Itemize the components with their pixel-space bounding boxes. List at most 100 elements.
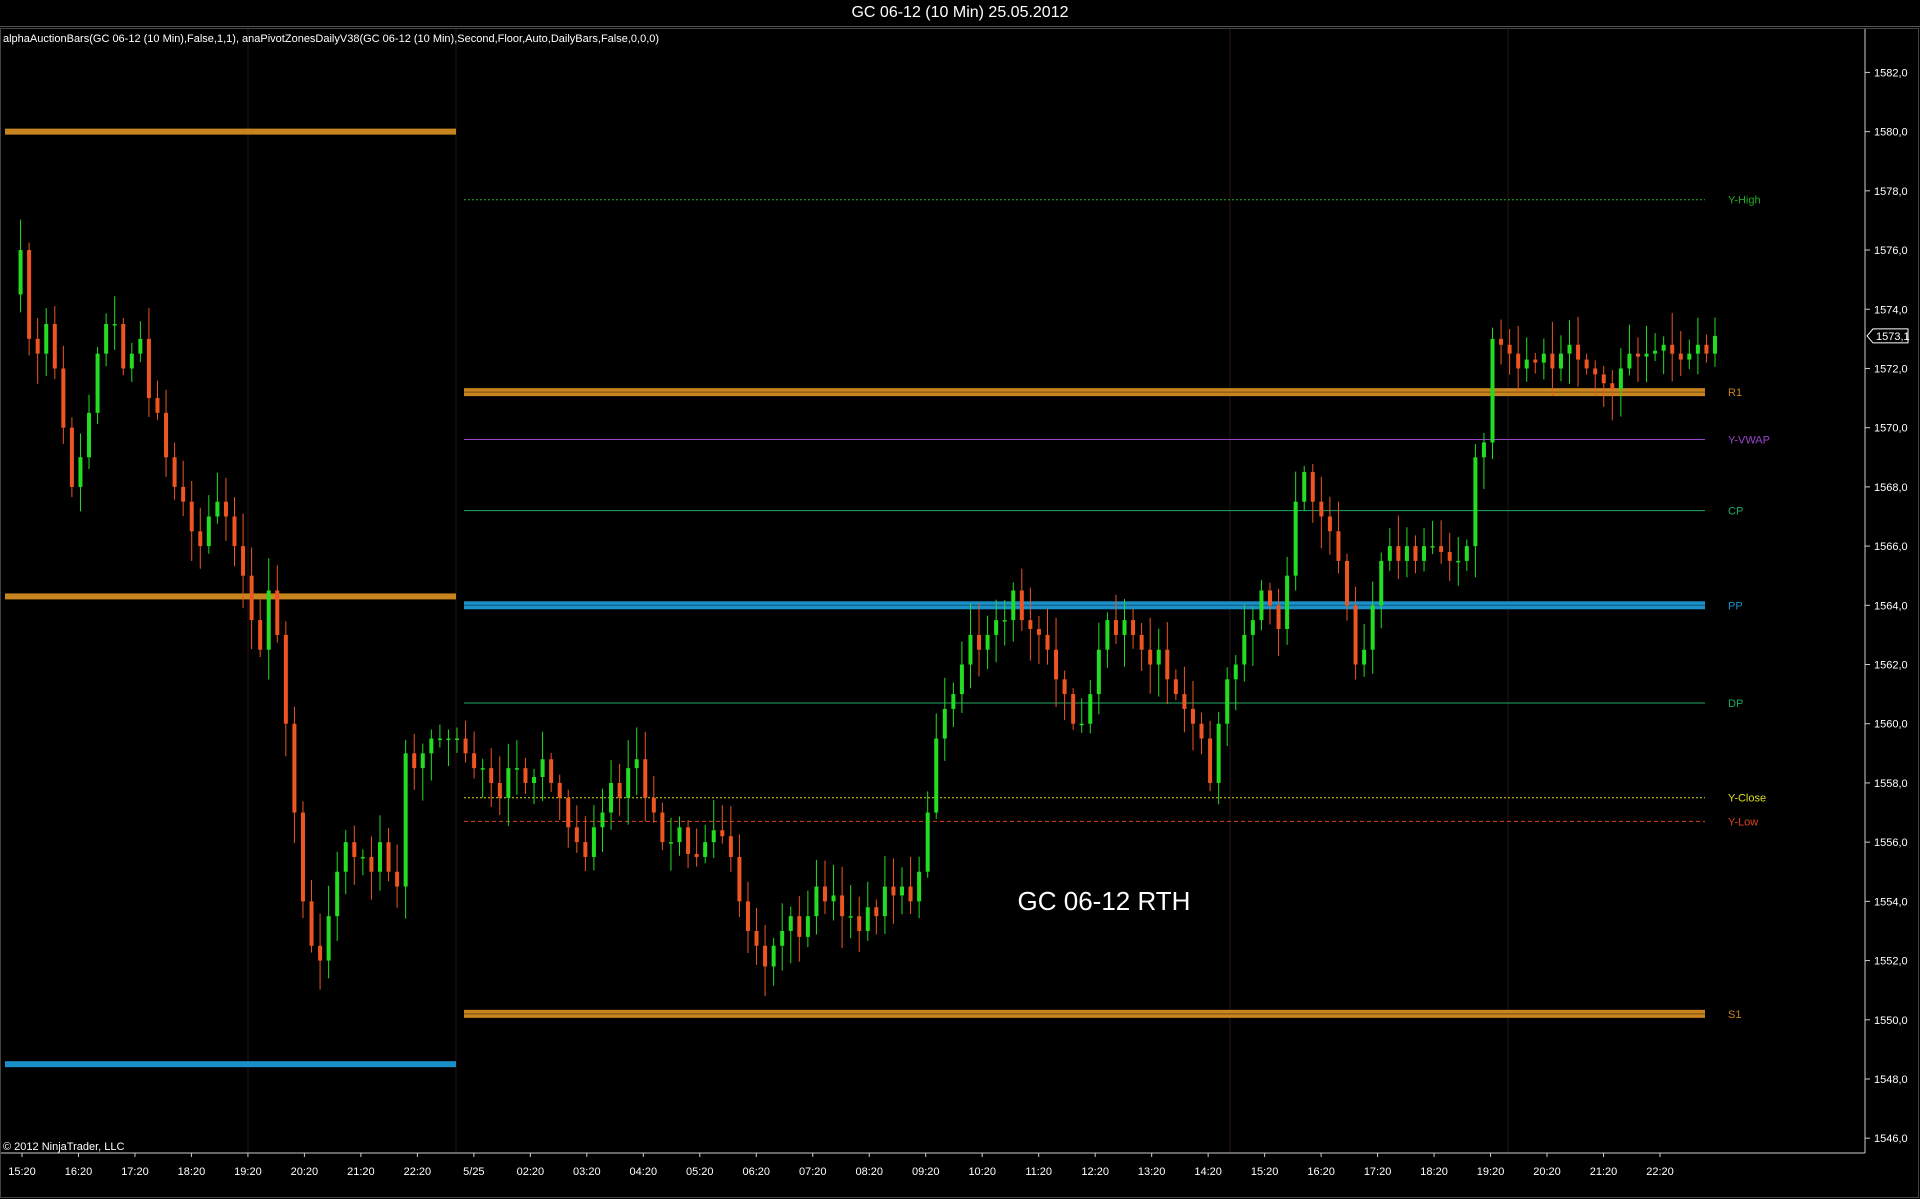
price-axis-label: 1554,0: [1874, 896, 1908, 908]
time-axis-label: 19:20: [1477, 1166, 1505, 1178]
candle-body: [27, 250, 32, 339]
price-axis-label: 1548,0: [1874, 1074, 1908, 1086]
price-axis-label: 1562,0: [1874, 660, 1908, 672]
candle-body: [1285, 575, 1290, 629]
time-axis-label: 20:20: [1533, 1166, 1561, 1178]
candle-body: [1422, 546, 1427, 561]
candle-body: [455, 738, 460, 741]
time-axis-label: 20:20: [291, 1166, 319, 1178]
candle-body: [1156, 649, 1161, 665]
candle-body: [523, 768, 528, 783]
level-y-close-label: Y-Close: [1728, 793, 1766, 805]
candle-body: [18, 250, 23, 295]
candle-body: [1558, 353, 1563, 369]
candle-body: [882, 886, 887, 917]
candle-body: [369, 856, 374, 872]
candle-body: [1447, 552, 1452, 561]
price-axis-label: 1564,0: [1874, 600, 1908, 612]
candle-body: [352, 842, 357, 857]
candle-body: [1695, 344, 1700, 354]
candle-body: [1190, 708, 1195, 724]
candle-body: [600, 812, 605, 828]
candle-body: [728, 836, 733, 857]
candle-body: [1233, 664, 1238, 680]
candle-body: [1199, 723, 1204, 739]
time-axis-label: 08:20: [855, 1166, 883, 1178]
candle-body: [95, 353, 100, 413]
level-r1-label: R1: [1728, 387, 1742, 399]
candle-body: [360, 856, 365, 859]
candle-body: [1430, 546, 1435, 548]
candle-body: [720, 830, 725, 837]
time-axis-label: 12:20: [1081, 1166, 1109, 1178]
level-pp-label: PP: [1728, 600, 1743, 612]
candle-body: [1139, 634, 1144, 650]
candle-body: [822, 886, 827, 902]
candle-body: [138, 338, 143, 354]
candle-body: [917, 871, 922, 902]
time-axis-label: 5/25: [463, 1166, 484, 1178]
candle-body: [1045, 634, 1050, 650]
candle-body: [1148, 649, 1153, 665]
price-chart[interactable]: Y-High R1 Y-VWAP CP PP DP Y-Close Y-Low S1 1546,…: [0, 28, 1920, 1199]
candle-body: [1404, 546, 1409, 561]
candle-body: [540, 759, 545, 778]
candle-body: [52, 324, 57, 369]
candle-body: [959, 664, 964, 695]
time-axis-label: 17:20: [121, 1166, 149, 1178]
price-axis-label: 1568,0: [1874, 482, 1908, 494]
candle-body: [1216, 723, 1221, 783]
copyright-label: © 2012 NinjaTrader, LLC: [3, 1141, 125, 1153]
price-axis-label: 1560,0: [1874, 719, 1908, 731]
candle-body: [198, 531, 203, 547]
candle-body: [900, 886, 905, 896]
time-axis-label: 15:20: [1251, 1166, 1279, 1178]
candle-body: [1353, 605, 1358, 665]
chart-border: [0, 28, 1919, 1198]
candle-body: [763, 945, 768, 967]
candle-body: [189, 501, 194, 532]
time-axis-label: 19:20: [234, 1166, 262, 1178]
candle-body: [480, 768, 485, 770]
candle-body: [429, 738, 434, 754]
candle-body: [1302, 472, 1307, 502]
axes-layer: 1546,0 1548,0 1550,0 1552,0 1554,0 1556,0 1558…: [0, 28, 1919, 1198]
candle-body: [1011, 590, 1016, 621]
candle-body: [634, 759, 639, 769]
candle-body: [1661, 344, 1666, 351]
candle-body: [412, 753, 417, 769]
price-axis-label: 1566,0: [1874, 541, 1908, 553]
candle-body: [1387, 546, 1392, 561]
candle-body: [1584, 359, 1589, 369]
time-axis-label: 03:20: [573, 1166, 601, 1178]
candle-body: [1019, 590, 1024, 621]
candle-body: [925, 812, 930, 872]
candle-body: [223, 501, 228, 517]
candle-body: [942, 708, 947, 739]
candle-body: [1122, 620, 1127, 635]
chart-panel[interactable]: Y-High R1 Y-VWAP CP PP DP Y-Close Y-Low S1 1546,…: [0, 28, 1920, 1199]
candle-body: [857, 916, 862, 931]
candle-body: [283, 634, 288, 724]
candle-body: [1345, 560, 1350, 606]
candle-body: [129, 353, 134, 369]
candle-body: [745, 901, 750, 931]
time-axis-label: 17:20: [1364, 1166, 1392, 1178]
candle-body: [1036, 628, 1041, 635]
candle-body: [258, 620, 263, 650]
candle-body: [403, 753, 408, 887]
candle-body: [1576, 344, 1581, 360]
candle-body: [754, 930, 759, 946]
candle-body: [1670, 344, 1675, 354]
candle-body: [1524, 359, 1529, 369]
candle-body: [797, 916, 802, 937]
candle-body: [1601, 374, 1606, 384]
candle-body: [609, 782, 614, 813]
time-axis-label: 14:20: [1194, 1166, 1222, 1178]
price-axis-label: 1550,0: [1874, 1015, 1908, 1027]
candle-body: [737, 856, 742, 902]
candle-body: [1105, 620, 1110, 650]
candle-body: [112, 324, 117, 326]
level-cp-label: CP: [1728, 506, 1743, 518]
candle-body: [557, 782, 562, 798]
